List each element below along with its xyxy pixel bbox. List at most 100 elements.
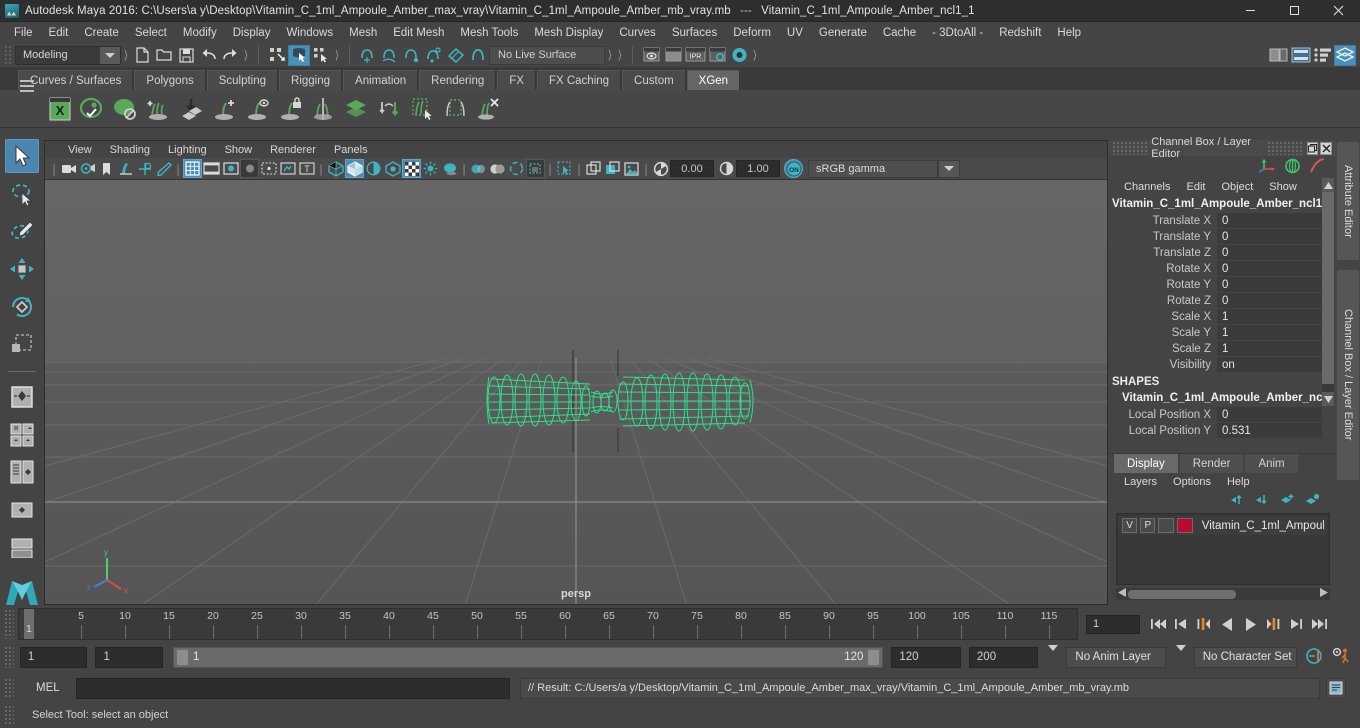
smooth-shade-all-icon[interactable] xyxy=(345,159,364,178)
menu-deform[interactable]: Deform xyxy=(725,25,779,41)
ipr-render-icon[interactable]: IPR xyxy=(684,45,706,66)
channel-value[interactable]: 0 xyxy=(1217,261,1322,277)
paint-select-tool[interactable] xyxy=(5,214,39,248)
resolution-gate-icon[interactable] xyxy=(221,159,240,178)
menu-uv[interactable]: UV xyxy=(779,25,811,41)
preview-refresh-icon[interactable] xyxy=(77,93,108,125)
vertical-tab-channel-box[interactable]: Channel Box / Layer Editor xyxy=(1337,270,1359,480)
close-icon[interactable] xyxy=(1320,141,1332,155)
close-button[interactable] xyxy=(1316,0,1360,22)
menu-generate[interactable]: Generate xyxy=(811,25,875,41)
outliner-icon[interactable] xyxy=(1290,45,1312,66)
image-plane-icon[interactable] xyxy=(116,159,135,178)
script-editor-icon[interactable] xyxy=(1326,677,1346,699)
channel-value[interactable]: on xyxy=(1217,357,1322,373)
channel-value[interactable]: 0 xyxy=(1217,407,1322,423)
panel-drag-grip-2[interactable] xyxy=(1267,141,1303,155)
shelf-tab-rigging[interactable]: Rigging xyxy=(279,70,343,90)
separator-handle-2[interactable]: ⟩ xyxy=(241,45,251,65)
step-back-key-icon[interactable] xyxy=(1171,613,1191,635)
outliner-persp-layout[interactable] xyxy=(5,455,39,489)
use-all-lights-icon[interactable] xyxy=(402,159,421,178)
channel-row-translate-x[interactable]: Translate X 0 xyxy=(1108,213,1322,229)
menu-select[interactable]: Select xyxy=(127,25,175,41)
animation-end-time-field[interactable]: 200 xyxy=(968,646,1039,668)
scroll-left-icon[interactable] xyxy=(1118,588,1126,600)
hardware-texturing-icon[interactable] xyxy=(383,159,402,178)
channel-row-translate-y[interactable]: Translate Y 0 xyxy=(1108,229,1322,245)
status-line-grip[interactable] xyxy=(4,44,12,66)
add-grooming-description-icon[interactable] xyxy=(143,93,174,125)
channel-row-translate-z[interactable]: Translate Z 0 xyxy=(1108,245,1322,261)
menu-edit[interactable]: Edit xyxy=(41,25,77,41)
separator-handle-4[interactable]: ⟩ xyxy=(605,45,615,65)
menu-mesh-display[interactable]: Mesh Display xyxy=(526,25,611,41)
channel-value[interactable]: 0 xyxy=(1217,277,1322,293)
single-perspective-layout[interactable] xyxy=(5,380,39,414)
anim-layer-chevron-down-icon[interactable] xyxy=(1048,645,1059,663)
screen-space-ao-icon[interactable] xyxy=(440,159,459,178)
rotate-tool[interactable] xyxy=(5,290,39,324)
menu-display[interactable]: Display xyxy=(225,25,279,41)
multisample-icon[interactable] xyxy=(488,159,507,178)
channel-row-visibility[interactable]: Visibility on xyxy=(1108,357,1322,373)
lasso-select-tool[interactable] xyxy=(5,177,39,211)
save-scene-icon[interactable] xyxy=(175,45,197,66)
shelf-tab-curves-surfaces[interactable]: Curves / Surfaces xyxy=(18,70,134,90)
separator-handle-6[interactable]: ⟩ xyxy=(750,45,760,65)
shelf-tab-animation[interactable]: Animation xyxy=(343,70,419,90)
move-tool[interactable] xyxy=(5,252,39,286)
undock-icon[interactable] xyxy=(1306,141,1319,155)
new-scene-icon[interactable] xyxy=(131,45,153,66)
motion-blur-icon[interactable] xyxy=(469,159,488,178)
channel-box-menu-show[interactable]: Show xyxy=(1261,181,1305,193)
layer-shading-toggle[interactable] xyxy=(1158,518,1174,533)
live-surface-field[interactable]: No Live Surface xyxy=(489,45,605,65)
menu-cache[interactable]: Cache xyxy=(875,25,924,41)
animation-preferences-icon[interactable] xyxy=(1332,647,1352,668)
play-backwards-icon[interactable] xyxy=(1217,613,1237,635)
scroll-right-icon[interactable] xyxy=(1320,588,1328,600)
hypergraph-persp-layout[interactable] xyxy=(5,493,39,527)
layer-visibility-toggle[interactable]: V xyxy=(1122,518,1138,533)
snap-to-curve-icon[interactable] xyxy=(379,45,401,66)
film-origin-icon[interactable] xyxy=(259,159,278,178)
layer-row[interactable]: V P Vitamin_C_1ml_Ampoule xyxy=(1119,516,1327,535)
select-by-component-icon[interactable] xyxy=(310,45,332,66)
channel-value[interactable]: 1 xyxy=(1217,325,1322,341)
panel-zoom-icon[interactable] xyxy=(584,159,603,178)
command-line-grip[interactable] xyxy=(4,678,14,698)
layer-tab-display[interactable]: Display xyxy=(1114,454,1178,473)
layer-color-swatch[interactable] xyxy=(1176,518,1193,533)
two-d-pan-zoom-icon[interactable] xyxy=(135,159,154,178)
menu-mesh[interactable]: Mesh xyxy=(341,25,385,41)
xray-joints-icon[interactable]: T xyxy=(297,159,316,178)
rotate-manipulator-icon[interactable] xyxy=(1284,158,1301,177)
view-transform-field[interactable]: sRGB gamma xyxy=(808,159,938,178)
range-slider-bar[interactable]: 1 120 xyxy=(172,646,884,668)
channel-value[interactable]: 0 xyxy=(1217,229,1322,245)
step-forward-frame-icon[interactable] xyxy=(1263,613,1283,635)
range-start-handle[interactable] xyxy=(175,648,189,666)
gate-mask-icon[interactable] xyxy=(240,159,259,178)
menu-help[interactable]: Help xyxy=(1049,25,1089,41)
persp-graph-layout[interactable] xyxy=(5,531,39,565)
layer-menu-layers[interactable]: Layers xyxy=(1116,476,1165,488)
new-layer-from-selected-icon[interactable] xyxy=(1305,493,1320,509)
depth-of-field-icon[interactable] xyxy=(507,159,526,178)
exposure-icon[interactable] xyxy=(651,159,670,178)
separator-handle-5[interactable]: ⟩ xyxy=(615,45,625,65)
go-to-end-icon[interactable] xyxy=(1309,613,1329,635)
animation-start-time-field[interactable]: 1 xyxy=(19,646,88,668)
command-input[interactable] xyxy=(76,677,510,699)
separator-handle-3[interactable]: ⟩ xyxy=(332,45,342,65)
viewport-menu-lighting[interactable]: Lighting xyxy=(159,144,216,156)
snap-to-view-plane-icon[interactable] xyxy=(467,45,489,66)
redo-icon[interactable] xyxy=(219,45,241,66)
render-region-icon[interactable] xyxy=(662,45,684,66)
viewport-menu-shading[interactable]: Shading xyxy=(101,144,159,156)
move-layer-up-icon[interactable] xyxy=(1230,493,1245,509)
anim-layer-field[interactable]: No Anim Layer xyxy=(1066,646,1166,668)
menu-create[interactable]: Create xyxy=(76,25,127,41)
viewport-canvas[interactable]: y x z persp xyxy=(45,180,1107,604)
